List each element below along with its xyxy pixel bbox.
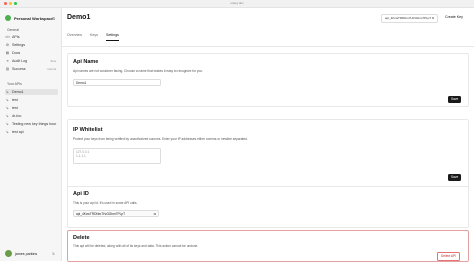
- sidebar-item-settings[interactable]: ⚙ Settings: [5, 42, 58, 48]
- sidebar-api-test[interactable]: ↳ test: [5, 97, 58, 103]
- sidebar-api-label: test: [12, 98, 18, 102]
- card-description: This is your api id. It's used in some A…: [73, 201, 138, 205]
- copy-icon[interactable]: ⧉: [154, 211, 156, 218]
- tab-overview[interactable]: Overview: [67, 33, 82, 41]
- ip-whitelist-textarea[interactable]: 127.0.0.1 1.1.1.1: [73, 148, 161, 164]
- sidebar-item-label: Settings: [12, 43, 25, 47]
- window-titlebar: unkey.dev: [0, 0, 474, 8]
- sidebar-api-label: Demo1: [12, 90, 24, 94]
- sidebar-api-label: test: [12, 106, 18, 110]
- card-title: Api Name: [73, 59, 99, 65]
- api-icon: ↳: [5, 90, 9, 94]
- save-button[interactable]: Save: [448, 174, 462, 181]
- sidebar-api-dr-foo[interactable]: ↳ dr-foo: [5, 113, 58, 119]
- api-icon: ↳: [5, 114, 9, 118]
- sidebar: Personal Workspace ⇅ General </> APIs ⚙ …: [0, 8, 62, 261]
- chevron-updown-icon[interactable]: ⇅: [52, 252, 55, 256]
- list-icon: ≡: [6, 59, 9, 63]
- tabs-divider: [62, 46, 474, 47]
- code-icon: </>: [5, 35, 11, 39]
- tab-keys[interactable]: Keys: [90, 33, 98, 41]
- sidebar-item-label: Docs: [12, 51, 21, 55]
- copy-icon[interactable]: ⧉: [432, 16, 434, 20]
- card-title: IP Whitelist: [73, 127, 103, 133]
- sidebar-item-success[interactable]: ▥ Success Internal: [5, 66, 58, 72]
- user-menu[interactable]: james parkins: [5, 250, 37, 257]
- api-name-card: Api Name Api names are not customer faci…: [67, 53, 469, 107]
- sidebar-api-label: Testing new key things hour: [12, 122, 57, 126]
- main-content: Demo1 api_4KcwTRDNm7Hz3Gbm7PLpT ⧉ Create…: [62, 8, 474, 262]
- api-icon: ↳: [5, 106, 9, 110]
- sidebar-item-label: Audit Log: [12, 59, 28, 63]
- api-id-card: Api ID This is your api id. It's used in…: [67, 186, 469, 228]
- save-button[interactable]: Save: [448, 96, 462, 103]
- api-name-input[interactable]: Demo1: [73, 79, 161, 86]
- card-title: Delete: [73, 235, 90, 241]
- internal-badge: Internal: [47, 67, 56, 71]
- create-key-button[interactable]: Create Key: [445, 14, 463, 21]
- card-description: Api names are not customer facing. Choos…: [73, 69, 203, 73]
- sidebar-api-label: dr-foo: [12, 114, 22, 118]
- beta-badge: Beta: [50, 59, 56, 63]
- delete-api-button[interactable]: Delete API: [437, 252, 461, 261]
- avatar: [5, 250, 12, 257]
- api-icon: ↳: [5, 122, 9, 126]
- api-id-field[interactable]: api_4KcwTRDNm7Hz3Gbm7PLpT ⧉: [73, 210, 159, 217]
- card-title: Api ID: [73, 191, 89, 197]
- api-icon: ↳: [5, 98, 9, 102]
- sidebar-item-apis[interactable]: </> APIs: [5, 34, 58, 40]
- sidebar-api-demo1[interactable]: ↳ Demo1: [5, 89, 58, 95]
- ip-whitelist-card: IP Whitelist Protect your keys from bein…: [67, 119, 469, 189]
- tab-settings[interactable]: Settings: [105, 33, 119, 41]
- section-label-general: General: [7, 28, 20, 32]
- api-id-value: api_4KcwTRDNm7Hz3Gbm7PLpT: [76, 212, 126, 216]
- api-icon: ↳: [5, 130, 9, 134]
- sidebar-item-docs[interactable]: ▤ Docs: [5, 50, 58, 56]
- sidebar-api-test-api[interactable]: ↳ test api: [5, 129, 58, 135]
- sidebar-api-label: test api: [12, 130, 24, 134]
- sidebar-item-audit-log[interactable]: ≡ Audit Log Beta: [5, 58, 58, 64]
- card-description: This api will be deleted, along with all…: [73, 244, 199, 248]
- workspace-avatar: [5, 15, 11, 21]
- tab-bar: Overview Keys Settings: [67, 33, 119, 41]
- sidebar-item-label: APIs: [12, 35, 20, 39]
- sidebar-api-test[interactable]: ↳ test: [5, 105, 58, 111]
- book-icon: ▤: [5, 51, 10, 55]
- api-id-text: api_4KcwTRDNm7Hz3Gbm7PLpT: [385, 16, 432, 20]
- delete-card: Delete This api will be deleted, along w…: [67, 230, 469, 262]
- section-label-your-apis: Your APIs: [7, 82, 22, 86]
- gear-icon: ⚙: [5, 43, 10, 47]
- user-name: james parkins: [15, 251, 38, 256]
- sidebar-item-label: Success: [12, 67, 26, 71]
- sidebar-api-testing-new-key[interactable]: ↳ Testing new key things hour: [5, 121, 58, 127]
- api-id-pill[interactable]: api_4KcwTRDNm7Hz3Gbm7PLpT ⧉: [381, 14, 439, 23]
- workspace-switcher[interactable]: Personal Workspace: [5, 15, 53, 21]
- page-title: Demo1: [67, 14, 91, 21]
- workspace-name: Personal Workspace: [14, 15, 54, 21]
- chevron-updown-icon[interactable]: ⇅: [52, 16, 55, 21]
- chart-icon: ▥: [5, 67, 10, 71]
- window-url: unkey.dev: [230, 1, 244, 5]
- card-description: Protect your keys from being verified by…: [73, 137, 248, 141]
